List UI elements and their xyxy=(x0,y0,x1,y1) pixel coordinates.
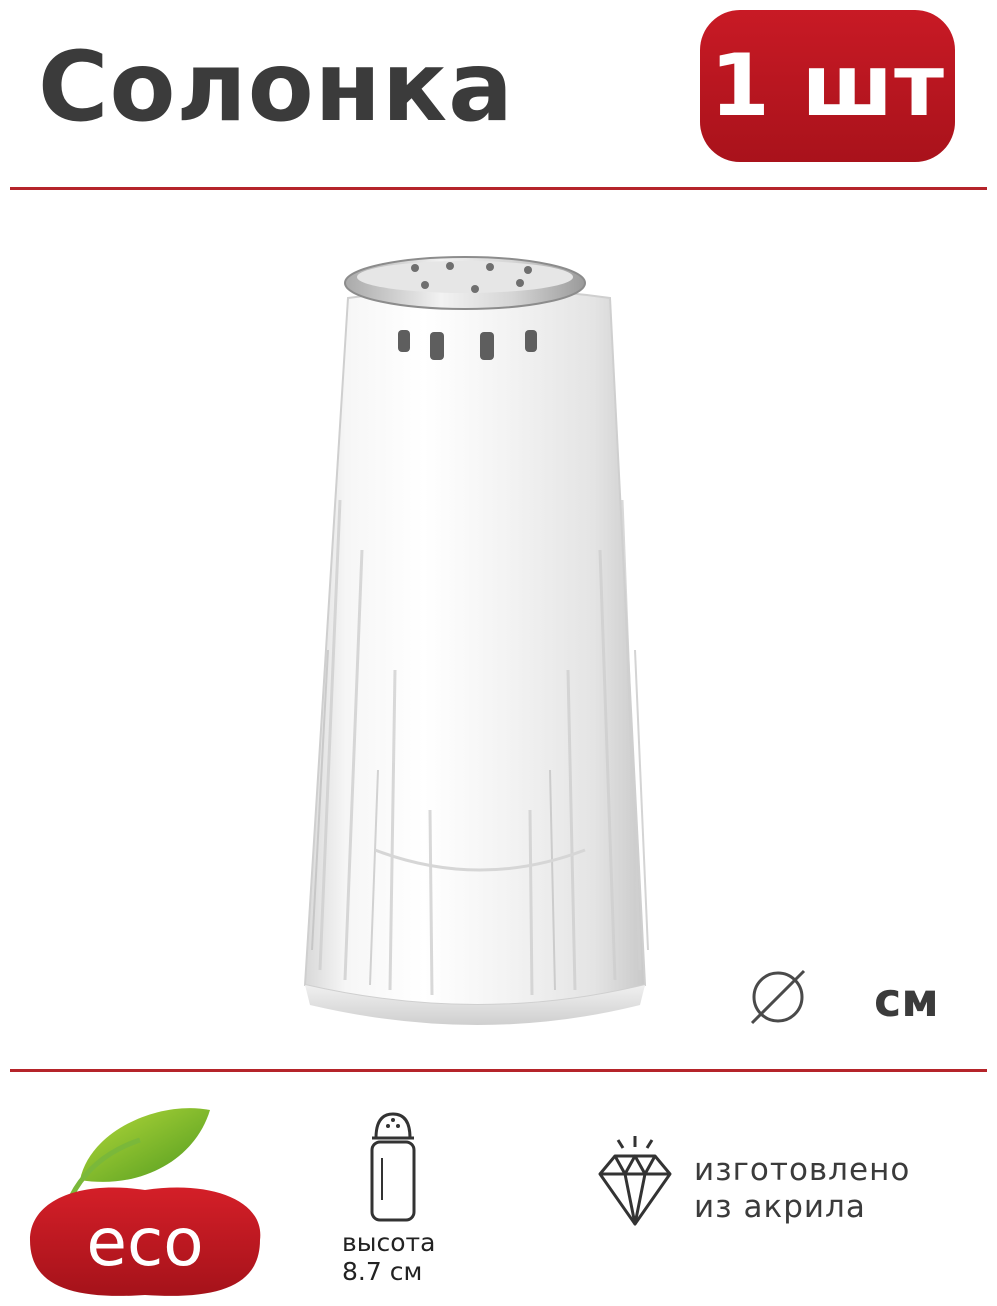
quantity-badge-label: 1 шт xyxy=(710,36,945,136)
diamond-icon xyxy=(598,1136,672,1226)
height-info: высота 8.7 см xyxy=(342,1228,435,1286)
diameter-icon xyxy=(750,969,806,1025)
salt-shaker-icon xyxy=(370,1112,416,1222)
salt-shaker-glass-icon xyxy=(303,256,649,1025)
bottom-divider xyxy=(10,1069,987,1072)
quantity-badge: 1 шт xyxy=(700,10,955,162)
diameter-unit: см xyxy=(874,973,939,1027)
eco-logo-icon: eco xyxy=(30,1108,261,1296)
material-info: изготовлено из акрила xyxy=(694,1152,910,1226)
product-title: Солонка xyxy=(38,31,514,143)
height-value: 8.7 см xyxy=(342,1257,423,1286)
material-line-2: из акрила xyxy=(694,1189,866,1225)
top-divider xyxy=(10,187,987,190)
material-line-1: изготовлено xyxy=(694,1152,911,1188)
eco-label: eco xyxy=(86,1204,203,1281)
height-label: высота xyxy=(342,1228,436,1257)
